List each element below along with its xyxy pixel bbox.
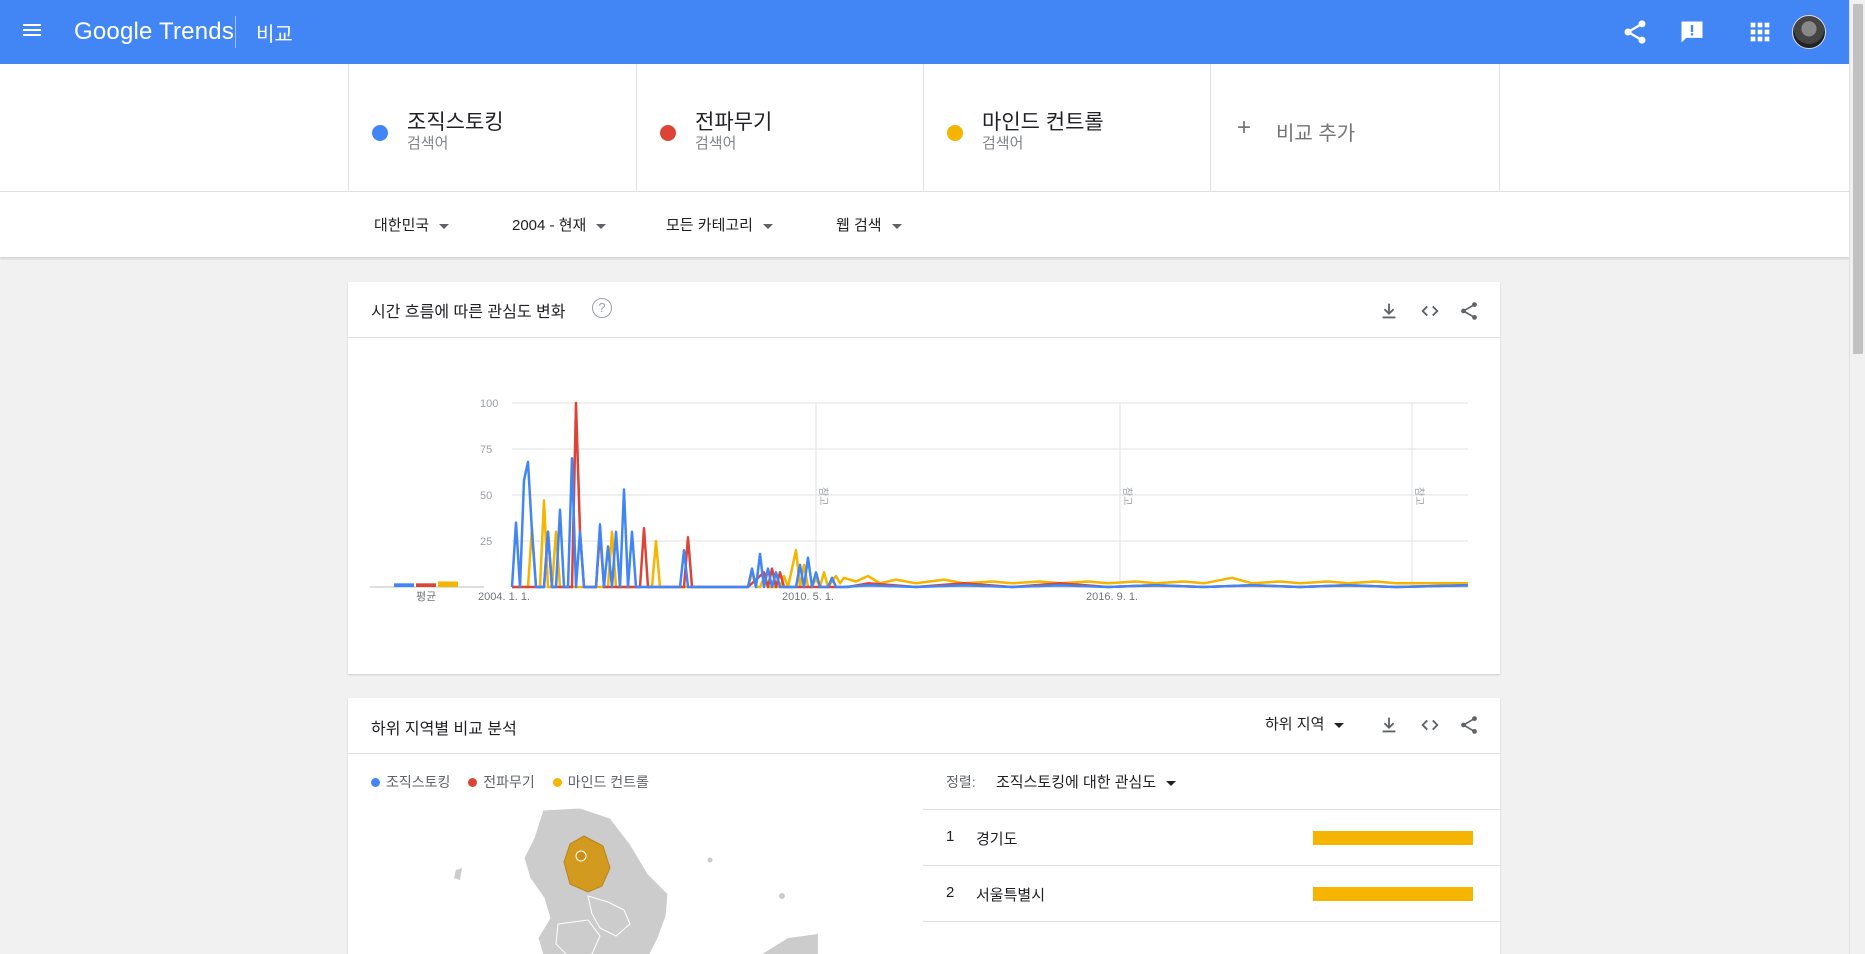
add-compare-label: 비교 추가 — [1276, 123, 1356, 145]
period-filter[interactable]: 2004 - 현재 — [512, 214, 607, 235]
compare-terms-bar: 조직스토킹 검색어 전파무기 검색어 마인드 컨트롤 검색어 + 비교 추가 — [0, 64, 1849, 192]
app-logo[interactable]: Google Trends — [74, 18, 234, 46]
avg-bar — [394, 583, 414, 587]
card-title: 하위 지역별 비교 분석 — [371, 721, 517, 738]
region-list-item[interactable]: 1 경기도 — [923, 809, 1501, 865]
legend-item: 전파무기 — [468, 772, 535, 792]
region-name: 경기도 — [976, 831, 1018, 848]
share-icon[interactable] — [1621, 18, 1649, 46]
feedback-icon[interactable] — [1678, 18, 1706, 46]
avg-bar — [416, 583, 436, 587]
chevron-down-icon — [762, 223, 773, 229]
series-line — [510, 456, 1469, 589]
region-map[interactable] — [348, 798, 908, 954]
apps-grid-icon[interactable] — [1746, 18, 1774, 46]
x-tick-label: 2016. 9. 1. — [1086, 591, 1138, 603]
region-rank: 1 — [946, 828, 955, 845]
legend-dot — [552, 778, 562, 787]
category-filter[interactable]: 모든 카테고리 — [666, 214, 773, 235]
region-interest-bar — [1313, 887, 1473, 901]
avg-bar — [438, 581, 458, 587]
header-divider — [235, 16, 236, 48]
term-card-3[interactable]: 마인드 컨트롤 검색어 — [923, 64, 1211, 192]
chevron-down-icon — [439, 223, 450, 229]
interest-over-time-card: 시간 흐름에 따른 관심도 변화 ? 100 75 50 25 참고 참고 참고 2004. … — [348, 282, 1500, 674]
map-legend: 조직스토킹 전파무기 마인드 컨트롤 — [371, 772, 663, 792]
account-avatar[interactable] — [1792, 15, 1826, 49]
note-label: 참고 — [817, 487, 829, 505]
search-type-filter[interactable]: 웹 검색 — [836, 214, 902, 235]
map-island — [779, 893, 785, 899]
filter-bar: 대한민국 2004 - 현재 모든 카테고리 웹 검색 — [0, 192, 1849, 257]
legend-label: 조직스토킹 — [386, 774, 451, 790]
term-type: 검색어 — [982, 135, 1024, 152]
term-type: 검색어 — [407, 135, 449, 152]
note-label: 참고 — [1413, 487, 1425, 505]
term-card-2[interactable]: 전파무기 검색어 — [636, 64, 924, 192]
sort-dropdown-label: 조직스토킹에 대한 관심도 — [996, 774, 1157, 791]
avg-label: 평균 — [416, 590, 436, 603]
y-tick-label: 75 — [480, 444, 492, 456]
term-color-dot — [947, 125, 963, 141]
term-color-dot — [660, 125, 676, 141]
note-label: 참고 — [1121, 487, 1133, 505]
y-tick-label: 25 — [480, 536, 492, 548]
top-app-bar: Google Trends 비교 — [0, 0, 1849, 64]
scrollbar-thumb[interactable] — [1853, 4, 1863, 354]
series-line — [512, 499, 1468, 589]
region-rank: 2 — [946, 884, 955, 901]
y-tick-label: 50 — [480, 490, 492, 502]
sort-label: 정렬: — [946, 774, 976, 790]
region-interest-bar — [1313, 831, 1473, 845]
region-filter-label: 대한민국 — [374, 217, 430, 234]
share-icon[interactable] — [1458, 714, 1480, 736]
x-tick-label: 2004. 1. 1. — [478, 591, 530, 603]
region-list-divider — [923, 921, 1501, 922]
chevron-down-icon — [891, 223, 902, 229]
legend-item: 마인드 컨트롤 — [552, 772, 649, 792]
legend-dot — [371, 778, 380, 787]
subregion-dropdown-label: 하위 지역 — [1265, 716, 1325, 733]
page-scrollbar[interactable] — [1849, 0, 1865, 954]
period-filter-label: 2004 - 현재 — [512, 217, 587, 234]
x-tick-label: 2010. 5. 1. — [782, 591, 834, 603]
subregion-dropdown[interactable]: 하위 지역 — [1265, 713, 1345, 734]
category-filter-label: 모든 카테고리 — [666, 217, 753, 234]
embed-code-icon[interactable] — [1419, 714, 1441, 736]
map-island — [454, 868, 462, 880]
chevron-down-icon — [1334, 722, 1345, 728]
term-type: 검색어 — [695, 135, 737, 152]
legend-item: 조직스토킹 — [371, 772, 450, 792]
region-name: 서울특별시 — [976, 887, 1046, 904]
page-title: 비교 — [256, 24, 293, 46]
interest-line-chart: 100 75 50 25 참고 참고 참고 2004. 1. 1. 2010. 5. 1. 201… — [370, 398, 1469, 603]
legend-label: 마인드 컨트롤 — [567, 774, 649, 790]
add-compare-button[interactable]: + 비교 추가 — [1210, 64, 1500, 192]
chevron-down-icon — [596, 223, 607, 229]
search-type-filter-label: 웹 검색 — [836, 217, 882, 234]
download-icon[interactable] — [1378, 714, 1400, 736]
term-card-1[interactable]: 조직스토킹 검색어 — [348, 64, 636, 192]
menu-icon[interactable] — [22, 21, 46, 43]
plus-icon: + — [1237, 114, 1252, 141]
card-divider — [348, 753, 1500, 754]
chevron-down-icon — [1166, 780, 1177, 786]
map-region-seoul[interactable] — [575, 850, 587, 862]
map-island — [707, 857, 713, 863]
sort-dropdown[interactable]: 조직스토킹에 대한 관심도 — [996, 771, 1177, 792]
legend-label: 전파무기 — [483, 774, 535, 790]
region-filter[interactable]: 대한민국 — [374, 214, 450, 235]
region-list-item[interactable]: 2 서울특별시 — [923, 865, 1501, 921]
subregion-comparison-card: 하위 지역별 비교 분석 하위 지역 조직스토킹 전파무기 마인드 컨트롤 정렬… — [348, 698, 1501, 954]
map-neighbor-land — [762, 934, 818, 954]
term-color-dot — [372, 125, 388, 141]
y-tick-label: 100 — [480, 398, 498, 410]
legend-dot — [468, 778, 478, 787]
